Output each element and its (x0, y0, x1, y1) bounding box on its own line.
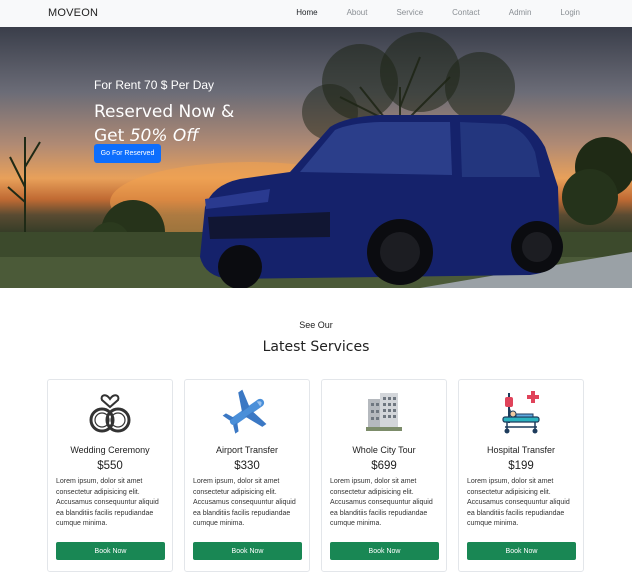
service-description: Lorem ipsum, dolor sit amet consectetur … (330, 478, 433, 527)
hospital-bed-icon (459, 386, 583, 438)
service-price: $550 (97, 460, 123, 472)
service-description: Lorem ipsum, dolor sit amet consectetur … (56, 478, 159, 527)
airplane-icon (185, 386, 309, 438)
service-name: Wedding Ceremony (70, 445, 150, 455)
book-now-button[interactable]: Book Now (193, 542, 302, 560)
city-building-icon (322, 386, 446, 438)
nav-service[interactable]: Service (396, 8, 423, 17)
service-name: Airport Transfer (215, 445, 279, 455)
hero-banner: For Rent 70 $ Per Day Reserved Now & Get… (0, 27, 632, 288)
hero-discount: 50% Off (129, 126, 199, 146)
go-for-reserved-button[interactable]: Go For Reserved (94, 144, 161, 163)
service-card-hospital: Hospital Transfer $199 Lorem ipsum, dolo… (458, 379, 584, 572)
section-title: Latest Services (262, 339, 370, 355)
nav-about[interactable]: About (347, 8, 368, 17)
nav-contact[interactable]: Contact (452, 8, 480, 17)
service-card-airport: Airport Transfer $330 Lorem ipsum, dolor… (184, 379, 310, 572)
brand-logo[interactable]: MOVEON (48, 7, 98, 19)
wedding-rings-icon (48, 386, 172, 438)
service-name: Hospital Transfer (486, 445, 556, 455)
nav-home[interactable]: Home (296, 8, 317, 17)
hero-title-prefix: Get (94, 126, 130, 146)
nav-admin[interactable]: Admin (509, 8, 532, 17)
service-card-wedding: Wedding Ceremony $550 Lorem ipsum, dolor… (47, 379, 173, 572)
service-description: Lorem ipsum, dolor sit amet consectetur … (193, 478, 296, 527)
hero-title-line1: Reserved Now & (94, 102, 235, 122)
book-now-button[interactable]: Book Now (467, 542, 576, 560)
service-price: $199 (508, 460, 534, 472)
service-card-city-tour: Whole City Tour $699 Lorem ipsum, dolor … (321, 379, 447, 572)
section-kicker: See Our (299, 320, 333, 330)
service-price: $330 (234, 460, 260, 472)
nav-login[interactable]: Login (560, 8, 580, 17)
book-now-button[interactable]: Book Now (330, 542, 439, 560)
hero-title: Reserved Now & Get 50% Off (94, 100, 234, 148)
service-name: Whole City Tour (352, 445, 416, 455)
service-price: $699 (371, 460, 397, 472)
hero-text: For Rent 70 $ Per Day Reserved Now & Get… (94, 78, 234, 148)
service-description: Lorem ipsum, dolor sit amet consectetur … (467, 478, 570, 527)
book-now-button[interactable]: Book Now (56, 542, 165, 560)
navbar: MOVEON Home About Service Contact Admin … (0, 0, 632, 27)
nav-links: Home About Service Contact Admin Login (267, 8, 580, 17)
hero-subtitle: For Rent 70 $ Per Day (94, 78, 215, 92)
